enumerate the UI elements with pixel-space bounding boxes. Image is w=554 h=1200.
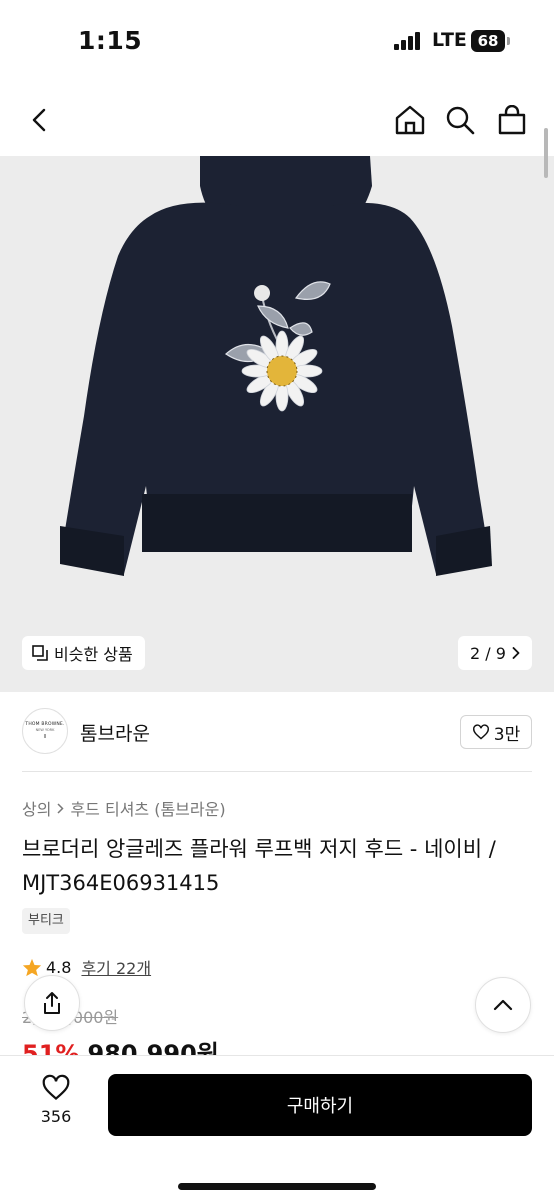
heart-icon [42,1074,70,1101]
similar-products-button[interactable]: 비슷한 상품 [22,636,145,670]
breadcrumb: 상의 후드 티셔츠 (톰브라운) [22,796,226,820]
home-button[interactable] [388,98,432,142]
rating-row: 4.8 후기 22개 [22,955,151,979]
scroll-top-button[interactable] [475,977,531,1033]
page-indicator-text: 2 / 9 [470,643,506,663]
scrollbar[interactable] [544,128,548,178]
network-type: LTE [432,29,467,51]
brand-name[interactable]: 톰브라운 [80,719,150,746]
home-icon [395,105,425,135]
product-image-gallery[interactable]: 비슷한 상품 2 / 9 [0,156,554,692]
heart-icon [472,724,489,740]
star-icon [22,958,42,976]
brand-like-count: 3만 [493,724,521,745]
battery-icon: 68 [471,30,505,52]
back-icon [32,108,46,132]
brand-row: THOM BROWNE. NEW YORK II 톰브라운 3만 [22,692,532,772]
product-title: 브로더리 앙글레즈 플라워 루프백 저지 후드 - 네이비 / MJT364E0… [22,837,496,895]
search-icon [446,106,475,135]
top-nav-bar [0,84,554,156]
search-button[interactable] [438,98,482,142]
cart-button[interactable] [490,98,534,142]
brand-logo-line3: II [43,734,47,740]
share-icon [44,992,60,1014]
home-indicator [178,1183,376,1190]
bottom-action-bar: 356 구매하기 [0,1055,554,1200]
rating-value: 4.8 [46,957,72,977]
chevron-right-icon [512,647,520,659]
brand-logo-line2: NEW YORK [35,728,55,732]
brand-like-button[interactable]: 3만 [460,715,532,749]
shopping-bag-icon [498,105,526,135]
brand-logo-line1: THOM BROWNE. [25,722,65,727]
wishlist-button[interactable]: 356 [22,1074,90,1126]
wishlist-count: 356 [40,1107,72,1126]
battery-nub [507,37,510,45]
status-bar: 1:15 LTE 68 [0,0,554,84]
breadcrumb-subcategory[interactable]: 후드 티셔츠 (톰브라운) [70,796,225,820]
signal-icon [394,32,422,50]
buy-button[interactable]: 구매하기 [108,1074,532,1136]
chevron-right-icon [57,802,65,814]
chevron-up-icon [493,999,513,1011]
share-button[interactable] [24,975,80,1031]
similar-products-label: 비슷한 상품 [54,645,133,664]
product-image [60,156,492,576]
similar-icon [32,645,48,661]
status-time: 1:15 [78,26,143,55]
image-page-indicator[interactable]: 2 / 9 [458,636,532,670]
brand-logo[interactable]: THOM BROWNE. NEW YORK II [22,708,68,754]
boutique-tag: 부티크 [22,908,70,934]
back-button[interactable] [18,98,62,142]
breadcrumb-category[interactable]: 상의 [22,796,51,820]
review-link[interactable]: 후기 22개 [81,955,151,979]
